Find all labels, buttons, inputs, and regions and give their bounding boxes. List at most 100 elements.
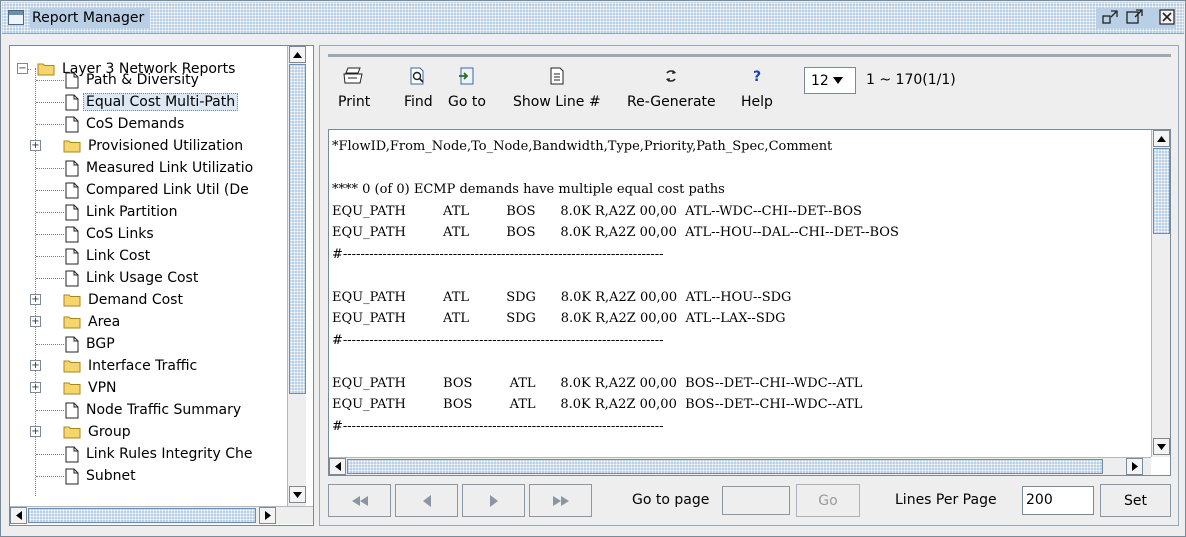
- first-page-icon: [351, 495, 368, 506]
- report-hscroll-thumb[interactable]: [347, 459, 1103, 474]
- report-toolbar: Print Find Go to Show Line # Re-Generate…: [328, 54, 1171, 130]
- scroll-right-icon[interactable]: [259, 507, 276, 524]
- expand-icon[interactable]: +: [30, 316, 41, 327]
- tree-item-bgp[interactable]: BGP: [65, 333, 118, 355]
- report-scroll-thumb[interactable]: [1153, 148, 1170, 234]
- tree-item-compared-link-util[interactable]: Compared Link Util (De: [65, 179, 252, 201]
- report-text-area[interactable]: *FlowID,From_Node,To_Node,Bandwidth,Type…: [328, 129, 1171, 476]
- folder-icon: [63, 316, 81, 329]
- tree-item-link-usage-cost[interactable]: Link Usage Cost: [65, 267, 201, 289]
- tree-item-subnet[interactable]: Subnet: [65, 465, 139, 487]
- report-line: **** 0 (of 0) ECMP demands have multiple…: [332, 182, 725, 197]
- goto-button[interactable]: Go to: [448, 67, 486, 110]
- tree-item-interface-traffic[interactable]: + Interface Traffic: [10, 355, 200, 377]
- folder-icon: [63, 426, 81, 439]
- scroll-down-icon[interactable]: [1153, 438, 1170, 455]
- report-vertical-scrollbar[interactable]: [1151, 130, 1170, 457]
- scroll-left-icon[interactable]: [10, 507, 27, 524]
- report-line: EQU_PATH BOS ATL 8.0K R,A2Z 00,00 BOS--D…: [332, 375, 863, 391]
- folder-icon: [63, 294, 81, 307]
- last-page-icon: [552, 495, 569, 506]
- tree-item-provisioned-utilization[interactable]: + Provisioned Utilization: [10, 135, 246, 157]
- go-button[interactable]: Go: [796, 484, 860, 517]
- report-line: EQU_PATH ATL BOS 8.0K R,A2Z 00,00 ATL--H…: [332, 225, 899, 240]
- document-icon: [65, 204, 79, 220]
- report-line: [332, 158, 1150, 180]
- find-button[interactable]: Find: [404, 67, 433, 110]
- collapse-icon[interactable]: −: [17, 63, 28, 74]
- goto-icon: [458, 67, 474, 85]
- tree-item-link-cost[interactable]: Link Cost: [65, 245, 153, 267]
- previous-page-button[interactable]: [395, 484, 458, 517]
- scroll-down-icon[interactable]: [289, 486, 306, 503]
- document-icon: [65, 270, 79, 286]
- report-line: EQU_PATH BOS ATL 8.0K R,A2Z 00,00 BOS--D…: [332, 397, 863, 412]
- show-line-number-button[interactable]: Show Line #: [513, 67, 601, 110]
- scroll-left-icon[interactable]: [329, 458, 346, 475]
- previous-page-icon: [422, 494, 431, 507]
- report-horizontal-scrollbar[interactable]: [329, 457, 1151, 475]
- tree-item-link-rules-integrity[interactable]: Link Rules Integrity Che: [65, 443, 255, 465]
- document-icon: [65, 116, 79, 132]
- scroll-up-icon[interactable]: [1153, 130, 1170, 147]
- expand-icon[interactable]: +: [30, 140, 41, 151]
- last-page-button[interactable]: [529, 484, 592, 517]
- goto-page-input[interactable]: [722, 486, 790, 515]
- document-icon: [65, 94, 79, 110]
- scroll-right-icon[interactable]: [1126, 458, 1143, 475]
- set-button[interactable]: Set: [1100, 484, 1171, 517]
- tree-hscroll-thumb[interactable]: [28, 508, 256, 523]
- restore-icon[interactable]: [1102, 8, 1120, 26]
- tree-item-cos-demands[interactable]: CoS Demands: [65, 113, 187, 135]
- folder-icon: [63, 140, 81, 153]
- scroll-up-icon[interactable]: [289, 46, 306, 63]
- window-title: Report Manager: [30, 8, 151, 28]
- report-line: #---------------------------------------…: [332, 332, 664, 348]
- svg-text:?: ?: [753, 69, 761, 85]
- tree-item-node-traffic-summary[interactable]: Node Traffic Summary: [65, 399, 244, 421]
- tree-item-link-partition[interactable]: Link Partition: [65, 201, 180, 223]
- tree-item-measured-link-utilization[interactable]: Measured Link Utilizatio: [65, 157, 256, 179]
- report-manager-window: Report Manager − Layer 3 Network Reports…: [0, 0, 1186, 537]
- folder-icon: [37, 63, 55, 76]
- report-line: [332, 265, 1150, 287]
- next-page-button[interactable]: [462, 484, 525, 517]
- close-icon[interactable]: [1158, 8, 1176, 26]
- print-button[interactable]: Print: [338, 67, 370, 110]
- window-icon: [8, 10, 24, 25]
- expand-icon[interactable]: +: [30, 382, 41, 393]
- line-number-icon: [550, 67, 564, 85]
- report-line: EQU_PATH ATL SDG 8.0K R,A2Z 00,00 ATL--H…: [332, 289, 792, 305]
- first-page-button[interactable]: [328, 484, 391, 517]
- document-icon: [65, 226, 79, 242]
- document-icon: [65, 446, 79, 462]
- regenerate-button[interactable]: Re-Generate: [627, 67, 716, 110]
- regenerate-icon: [666, 70, 677, 82]
- help-icon: ?: [753, 69, 761, 85]
- tree-item-equal-cost-multi-path[interactable]: Equal Cost Multi-Path: [65, 91, 239, 113]
- tree-horizontal-scrollbar[interactable]: [10, 506, 313, 524]
- lines-per-page-input[interactable]: 200: [1022, 486, 1094, 515]
- report-line: #---------------------------------------…: [332, 246, 664, 262]
- tree-vertical-scrollbar[interactable]: [287, 46, 306, 506]
- document-icon: [65, 160, 79, 176]
- title-bar[interactable]: Report Manager: [2, 2, 1184, 34]
- tree-item-cos-links[interactable]: CoS Links: [65, 223, 157, 245]
- tree-scroll-thumb[interactable]: [289, 64, 306, 394]
- help-button[interactable]: ? Help: [741, 67, 773, 110]
- tree-item-path-diversity[interactable]: Path & Diversity: [65, 69, 202, 91]
- maximize-icon[interactable]: [1126, 8, 1144, 26]
- page-size-select[interactable]: 12: [804, 67, 856, 94]
- tree-item-area[interactable]: + Area: [10, 311, 123, 333]
- expand-icon[interactable]: +: [30, 294, 41, 305]
- tree-item-demand-cost[interactable]: + Demand Cost: [10, 289, 186, 311]
- document-icon: [65, 182, 79, 198]
- tree-item-group[interactable]: + Group: [10, 421, 134, 443]
- title-buttons: [1096, 8, 1176, 28]
- chevron-down-icon: [832, 77, 843, 84]
- expand-icon[interactable]: +: [30, 426, 41, 437]
- goto-page-label: Go to page: [632, 492, 710, 508]
- tree-item-vpn[interactable]: + VPN: [10, 377, 120, 399]
- expand-icon[interactable]: +: [30, 360, 41, 371]
- document-icon: [65, 72, 79, 88]
